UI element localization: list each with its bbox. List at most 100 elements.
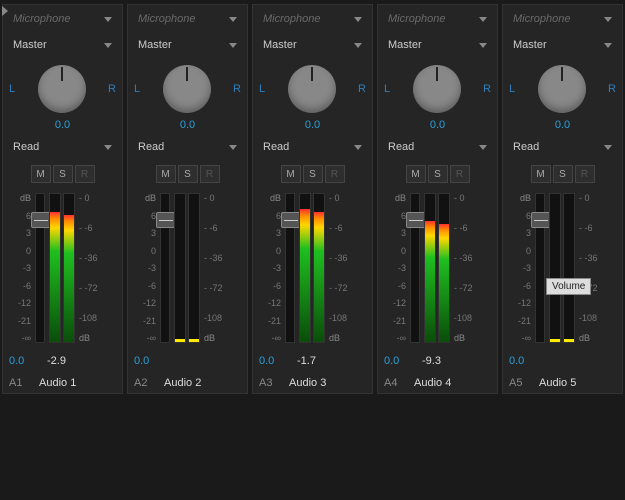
scale-tick: dB — [270, 193, 281, 203]
pan-value: 0.0 — [430, 119, 445, 131]
output-dropdown[interactable]: Master — [259, 35, 366, 55]
input-dropdown[interactable]: Microphone — [134, 9, 241, 29]
pan-knob[interactable] — [538, 65, 586, 113]
pan-left-label: L — [384, 83, 390, 95]
record-button[interactable]: R — [450, 165, 470, 183]
solo-button[interactable]: S — [553, 165, 573, 183]
channel-strip: MicrophoneMasterLR0.0ReadMSRdB630-3-6-12… — [2, 4, 123, 394]
pan-left-label: L — [134, 83, 140, 95]
scale-tick: -108 — [79, 313, 97, 323]
fader-track[interactable] — [35, 193, 45, 343]
output-dropdown[interactable]: Master — [509, 35, 616, 55]
channel-name[interactable]: Audio 1 — [39, 377, 76, 389]
pan-left-label: L — [9, 83, 15, 95]
pan-knob[interactable] — [413, 65, 461, 113]
pan-right-label: R — [233, 83, 241, 95]
mute-button[interactable]: M — [31, 165, 51, 183]
fader-scale: dB630-3-6-12-21-∞ — [509, 193, 531, 343]
output-dropdown[interactable]: Master — [134, 35, 241, 55]
scale-tick: -6 — [148, 281, 156, 291]
scale-tick: -21 — [393, 316, 406, 326]
meter-left — [424, 193, 436, 343]
msr-buttons: MSR — [259, 165, 366, 183]
scale-tick: -12 — [18, 298, 31, 308]
name-row: A3 Audio 3 — [259, 377, 366, 389]
pan-value: 0.0 — [55, 119, 70, 131]
scale-tick: dB — [454, 333, 465, 343]
pan-right-label: R — [358, 83, 366, 95]
fader-track[interactable] — [535, 193, 545, 343]
input-label: Microphone — [138, 13, 195, 25]
channel-name[interactable]: Audio 3 — [289, 377, 326, 389]
mute-button[interactable]: M — [281, 165, 301, 183]
record-button[interactable]: R — [575, 165, 595, 183]
scale-tick: - -72 — [454, 283, 473, 293]
automation-mode-dropdown[interactable]: Read — [134, 137, 241, 157]
name-row: A5 Audio 5 — [509, 377, 616, 389]
output-label: Master — [263, 39, 297, 51]
fader-track[interactable] — [285, 193, 295, 343]
mute-button[interactable]: M — [156, 165, 176, 183]
automation-mode-dropdown[interactable]: Read — [384, 137, 491, 157]
pan-knob[interactable] — [288, 65, 336, 113]
chevron-down-icon — [354, 145, 362, 150]
record-button[interactable]: R — [325, 165, 345, 183]
scale-tick: - 0 — [454, 193, 465, 203]
output-label: Master — [13, 39, 47, 51]
input-dropdown[interactable]: Microphone — [9, 9, 116, 29]
value-row: 0.0-9.3 — [384, 355, 491, 367]
pan-knob[interactable] — [38, 65, 86, 113]
chevron-down-icon — [104, 43, 112, 48]
channel-name[interactable]: Audio 4 — [414, 377, 451, 389]
scale-tick: - -36 — [204, 253, 223, 263]
record-button[interactable]: R — [200, 165, 220, 183]
channel-name[interactable]: Audio 5 — [539, 377, 576, 389]
meter-value: -2.9 — [47, 355, 66, 367]
fader-scale: dB630-3-6-12-21-∞ — [134, 193, 156, 343]
fader-scale: dB630-3-6-12-21-∞ — [384, 193, 406, 343]
input-dropdown[interactable]: Microphone — [509, 9, 616, 29]
fader-handle[interactable] — [531, 212, 551, 228]
fader-handle[interactable] — [281, 212, 301, 228]
meter-zone: dB630-3-6-12-21-∞- 0- -6- -36- -72-108dB — [9, 193, 116, 343]
channel-strip: MicrophoneMasterLR0.0ReadMSRdB630-3-6-12… — [127, 4, 248, 394]
chevron-down-icon — [604, 17, 612, 22]
automation-mode-dropdown[interactable]: Read — [509, 137, 616, 157]
channel-name[interactable]: Audio 2 — [164, 377, 201, 389]
automation-mode-dropdown[interactable]: Read — [259, 137, 366, 157]
solo-button[interactable]: S — [303, 165, 323, 183]
solo-button[interactable]: S — [178, 165, 198, 183]
fader-track[interactable] — [160, 193, 170, 343]
output-dropdown[interactable]: Master — [384, 35, 491, 55]
record-button[interactable]: R — [75, 165, 95, 183]
fader-track[interactable] — [410, 193, 420, 343]
scale-tick: dB — [579, 333, 590, 343]
pan-value: 0.0 — [305, 119, 320, 131]
fader-value: 0.0 — [509, 355, 541, 367]
mode-label: Read — [13, 141, 39, 153]
output-dropdown[interactable]: Master — [9, 35, 116, 55]
meter-scale: - 0- -6- -36- -72-108dB — [204, 193, 226, 343]
scale-tick: -∞ — [272, 333, 281, 343]
value-row: 0.0 — [134, 355, 241, 367]
fader-handle[interactable] — [156, 212, 176, 228]
automation-mode-dropdown[interactable]: Read — [9, 137, 116, 157]
input-dropdown[interactable]: Microphone — [259, 9, 366, 29]
fader-value: 0.0 — [9, 355, 41, 367]
expand-arrow-icon[interactable] — [2, 6, 8, 16]
solo-button[interactable]: S — [53, 165, 73, 183]
solo-button[interactable]: S — [428, 165, 448, 183]
pan-knob[interactable] — [163, 65, 211, 113]
scale-tick: -21 — [18, 316, 31, 326]
pan-left-label: L — [259, 83, 265, 95]
mute-button[interactable]: M — [531, 165, 551, 183]
meter-scale: - 0- -6- -36- -72-108dB — [579, 193, 601, 343]
input-dropdown[interactable]: Microphone — [384, 9, 491, 29]
fader-handle[interactable] — [31, 212, 51, 228]
channel-id: A3 — [259, 377, 283, 389]
channel-id: A5 — [509, 377, 533, 389]
scale-tick: 0 — [26, 246, 31, 256]
fader-handle[interactable] — [406, 212, 426, 228]
mute-button[interactable]: M — [406, 165, 426, 183]
scale-tick: dB — [395, 193, 406, 203]
